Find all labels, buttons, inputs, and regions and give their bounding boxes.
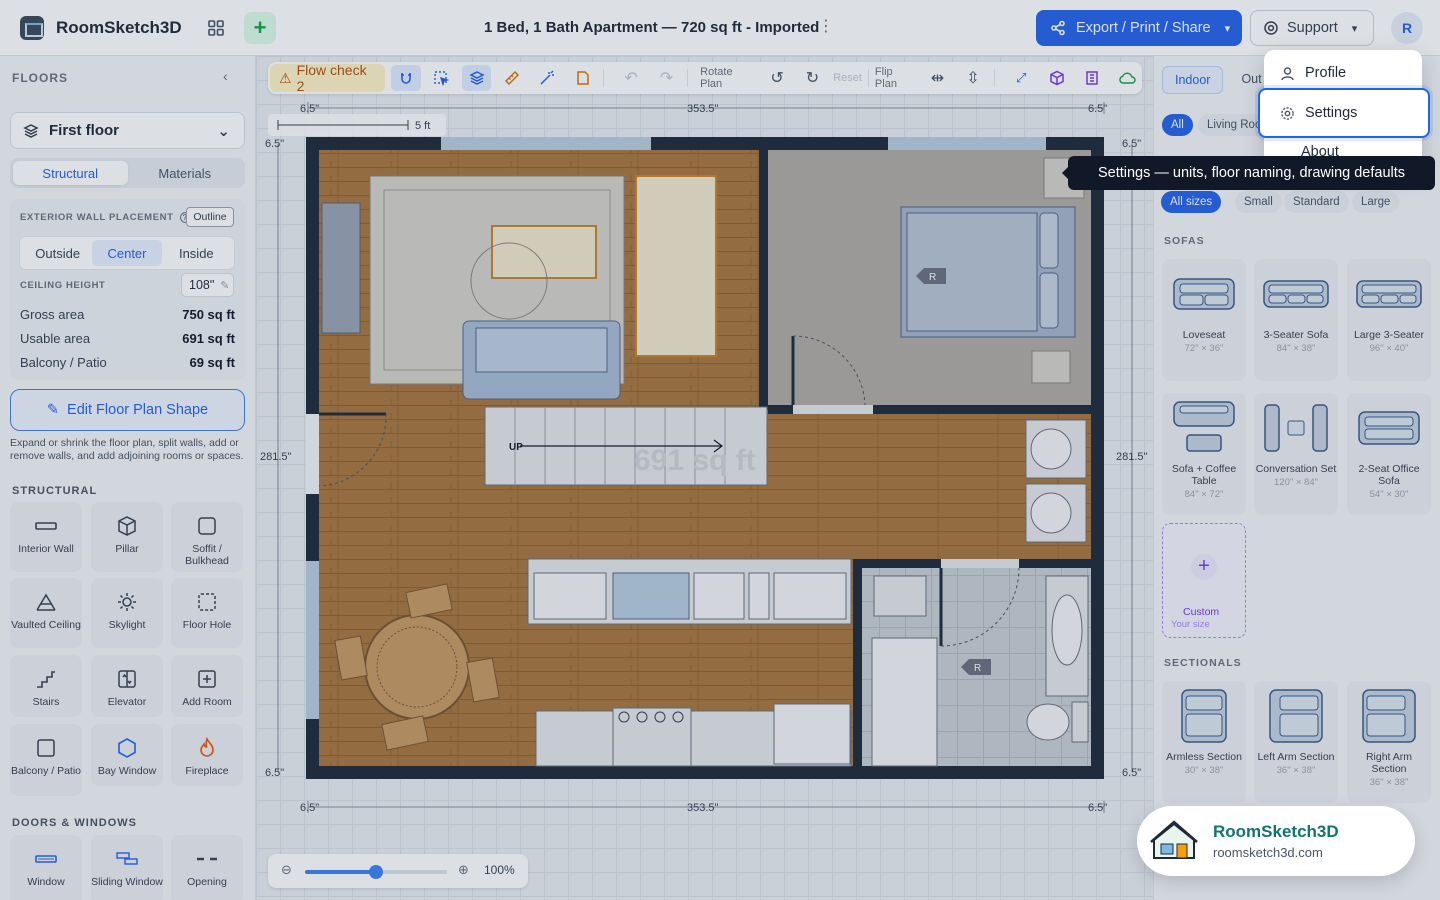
house-logo-icon	[1150, 820, 1198, 859]
menu-item-profile[interactable]: Profile	[1264, 55, 1422, 91]
gear-icon	[1281, 106, 1294, 120]
menu-item-settings[interactable]: Settings	[1258, 88, 1430, 138]
modal-backdrop[interactable]	[0, 0, 1440, 900]
user-icon	[1281, 66, 1294, 80]
toast-url: roomsketch3d.com	[1213, 845, 1323, 860]
toast-title: RoomSketch3D	[1213, 822, 1339, 841]
support-menu: Profile Settings About	[1258, 50, 1430, 168]
settings-tooltip: Settings — units, floor naming, drawing …	[1062, 156, 1435, 190]
brand-toast[interactable]: RoomSketch3D roomsketch3d.com	[1137, 806, 1415, 876]
